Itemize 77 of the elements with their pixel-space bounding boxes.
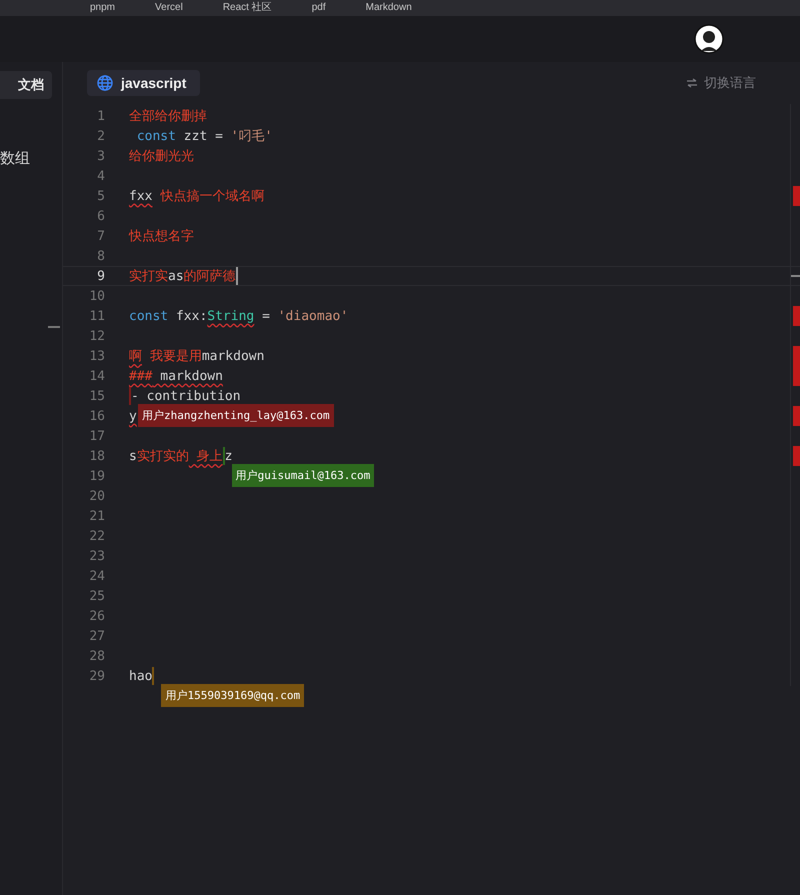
sidebar-item[interactable]: 数组 bbox=[0, 149, 62, 168]
avatar-icon[interactable] bbox=[694, 24, 724, 54]
code-text: fxx bbox=[129, 188, 152, 204]
code-text: 全部给你删掉 bbox=[129, 108, 207, 125]
code-text: y bbox=[129, 408, 137, 424]
user-cursor-label: 用户1559039169@qq.com bbox=[161, 684, 304, 707]
line-number: 19 bbox=[88, 468, 105, 484]
code-text: fxx: bbox=[174, 308, 208, 324]
line-number: 21 bbox=[88, 508, 105, 524]
globe-icon bbox=[97, 75, 113, 91]
error-marker bbox=[793, 406, 800, 426]
code-text: hao bbox=[129, 668, 152, 684]
line-number: 23 bbox=[88, 548, 105, 564]
bookmark-link[interactable]: pnpm bbox=[90, 2, 116, 14]
line-number: 10 bbox=[88, 288, 105, 304]
line-number: 22 bbox=[88, 528, 105, 544]
line-number: 5 bbox=[96, 188, 105, 204]
cursor-marker bbox=[791, 275, 800, 277]
line-number: 27 bbox=[88, 628, 105, 644]
code-text: 实打实的 bbox=[136, 448, 189, 465]
line-number: 4 bbox=[96, 168, 105, 184]
code-text: 'diaomao' bbox=[278, 308, 348, 324]
code-text: markdown bbox=[202, 348, 264, 364]
code-text: 身上 bbox=[196, 448, 223, 465]
user-cursor-label: 用户zhangzhenting_lay@163.com bbox=[138, 404, 334, 427]
bookmark-link[interactable]: pdf bbox=[312, 2, 326, 14]
error-marker bbox=[793, 186, 800, 206]
line-number: 16 bbox=[88, 408, 105, 424]
code-text: markdown bbox=[159, 368, 223, 384]
code-text: s bbox=[129, 448, 137, 464]
code-text: z bbox=[224, 448, 232, 464]
line-number: 29 bbox=[88, 668, 105, 684]
code-text: zzt = bbox=[182, 128, 224, 144]
code-text: = bbox=[261, 308, 271, 324]
sidebar-tab[interactable]: 文档 bbox=[0, 71, 52, 99]
line-number: 8 bbox=[96, 248, 105, 264]
bookmark-link[interactable]: Markdown bbox=[366, 2, 412, 14]
code-text: 的阿萨德 bbox=[184, 268, 236, 285]
code-text: const bbox=[129, 308, 168, 324]
swap-arrows-icon bbox=[686, 78, 698, 88]
line-number: 11 bbox=[88, 308, 105, 324]
line-number: 26 bbox=[88, 608, 105, 624]
line-number: 17 bbox=[88, 428, 105, 444]
code-text: 给你删光光 bbox=[129, 148, 194, 165]
line-number: 14 bbox=[88, 368, 105, 384]
code-text: ### bbox=[129, 368, 152, 384]
code-text: '叼毛' bbox=[230, 128, 272, 145]
line-number: 9 bbox=[96, 268, 105, 284]
line-number: 1 bbox=[96, 108, 105, 124]
line-number: 12 bbox=[88, 328, 105, 344]
code-text: - contribution bbox=[131, 388, 241, 404]
error-marker bbox=[793, 446, 800, 466]
code-text: 我要是用 bbox=[148, 348, 202, 365]
code-text: as bbox=[168, 268, 184, 284]
line-number: 25 bbox=[88, 588, 105, 604]
line-number: 13 bbox=[88, 348, 105, 364]
line-number: 15 bbox=[88, 388, 105, 404]
line-number: 3 bbox=[96, 148, 105, 164]
bookmark-link[interactable]: Vercel bbox=[155, 2, 183, 14]
line-number: 24 bbox=[88, 568, 105, 584]
switch-language-button[interactable]: 切换语言 bbox=[680, 73, 762, 93]
code-text: 快点想名字 bbox=[129, 228, 194, 245]
code-text: const bbox=[136, 128, 176, 144]
error-marker bbox=[793, 306, 800, 326]
line-number: 20 bbox=[88, 488, 105, 504]
line-number: 18 bbox=[88, 448, 105, 464]
line-number: 6 bbox=[96, 208, 105, 224]
line-number: 28 bbox=[88, 648, 105, 664]
bookmark-link[interactable]: React 社区 bbox=[222, 2, 272, 14]
code-text: 啊 bbox=[129, 348, 142, 365]
code-text: 实打实 bbox=[129, 268, 168, 285]
code-text: String bbox=[207, 308, 254, 324]
code-text: 快点搞一个域名啊 bbox=[159, 188, 264, 205]
line-number: 7 bbox=[96, 228, 105, 244]
line-number: 2 bbox=[96, 128, 105, 144]
language-tab[interactable]: javascript bbox=[87, 70, 200, 96]
user-cursor-label: 用户guisumail@163.com bbox=[232, 464, 374, 487]
